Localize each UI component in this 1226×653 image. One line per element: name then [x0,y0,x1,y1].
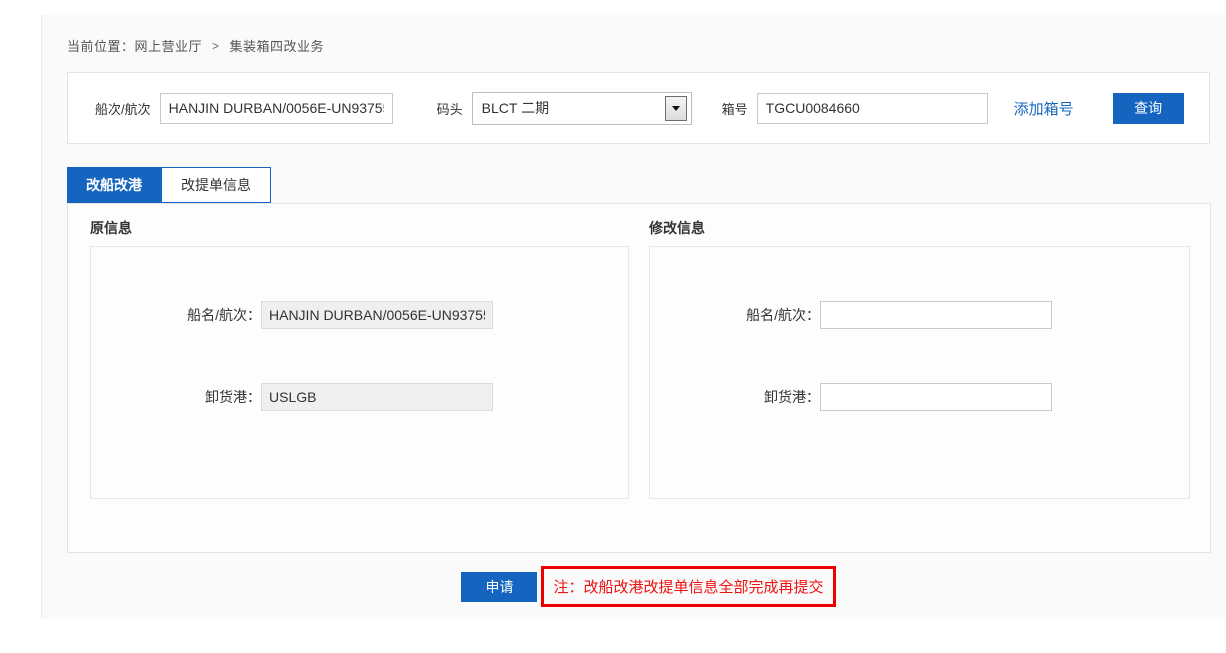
original-info-panel: 船名/航次： 卸货港： [90,246,629,499]
original-info-section: 原信息 船名/航次： 卸货港： [90,218,629,552]
vessel-voyage-input[interactable] [160,93,393,124]
field-row: 卸货港： [91,383,628,411]
tab-change-bl-info[interactable]: 改提单信息 [161,167,271,203]
breadcrumb: 当前位置：网上营业厅 > 集装箱四改业务 [67,15,1210,55]
apply-button[interactable]: 申请 [461,572,537,602]
breadcrumb-current: 集装箱四改业务 [230,39,325,54]
page-container: 当前位置：网上营业厅 > 集装箱四改业务 船次/航次 码头 BLCT 二期 箱号 添… [41,15,1226,619]
dock-select-value: BLCT 二期 [482,98,665,118]
modified-discharge-port-input[interactable] [820,383,1052,411]
field-row: 卸货港： [650,383,1189,411]
container-no-input[interactable] [757,93,988,124]
original-discharge-port-label: 卸货港： [91,387,261,407]
modified-info-title: 修改信息 [649,218,1190,238]
modified-info-panel: 船名/航次： 卸货港： [649,246,1190,499]
original-vessel-label: 船名/航次： [91,305,261,325]
modified-vessel-label: 船名/航次： [650,305,820,325]
original-vessel-input[interactable] [261,301,493,329]
vessel-voyage-label: 船次/航次 [95,99,151,118]
modified-info-section: 修改信息 船名/航次： 卸货港： [649,218,1190,552]
tab-bar: 改船改港 改提单信息 [67,167,1210,203]
footer-actions: 申请 注：改船改港改提单信息全部完成再提交 [67,566,1210,607]
original-discharge-port-input[interactable] [261,383,493,411]
submit-note: 注：改船改港改提单信息全部完成再提交 [541,566,835,607]
query-button[interactable]: 查询 [1113,93,1184,124]
breadcrumb-prefix: 当前位置： [67,39,135,54]
dock-label: 码头 [437,99,463,118]
breadcrumb-root-link[interactable]: 网上营业厅 [135,39,203,54]
add-container-link[interactable]: 添加箱号 [1014,98,1074,119]
query-form: 船次/航次 码头 BLCT 二期 箱号 添加箱号 查询 [67,72,1210,144]
tab-content-panel: 原信息 船名/航次： 卸货港： 修改信息 船名/航次： [67,203,1211,553]
tab-change-vessel-port[interactable]: 改船改港 [67,167,161,203]
field-row: 船名/航次： [650,301,1189,329]
container-no-label: 箱号 [722,99,748,118]
dock-select[interactable]: BLCT 二期 [472,92,692,125]
dropdown-arrow-icon[interactable] [665,96,687,121]
field-row: 船名/航次： [91,301,628,329]
modified-discharge-port-label: 卸货港： [650,387,820,407]
modified-vessel-input[interactable] [820,301,1052,329]
original-info-title: 原信息 [90,218,629,238]
breadcrumb-separator: > [212,39,220,53]
